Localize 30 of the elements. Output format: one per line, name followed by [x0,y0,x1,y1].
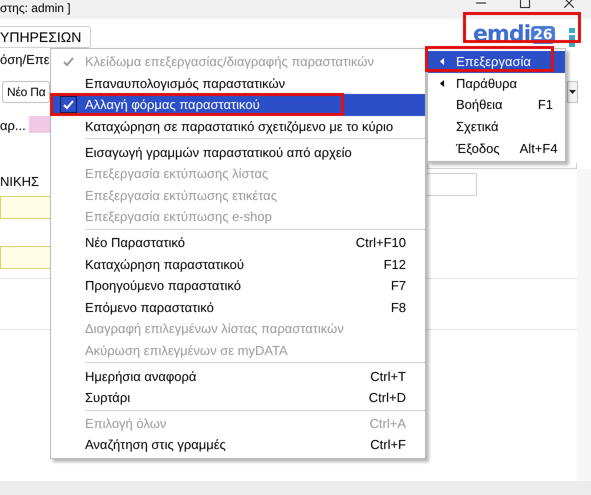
menu-item[interactable]: Ημερήσια αναφορά Ctrl+T [51,365,425,387]
menu-item[interactable]: Νέο Παραστατικό Ctrl+F10 [51,232,425,254]
menu-item[interactable]: Σχετικά [428,116,565,138]
menu-item[interactable]: Εισαγωγή γραμμών παραστατικού από αρχείο [51,141,425,163]
menu-item[interactable]: Επαναυπολογισμός παραστατικών [51,72,425,94]
shortcut-label: Ctrl+D [368,390,406,406]
menu-item[interactable]: Βοήθεια F1 [428,94,565,116]
menu-item[interactable]: Καταχώρηση σε παραστατικό σχετιζόμενο με το κύριο [51,116,425,138]
shortcut-label: F8 [390,300,406,315]
shortcut-label: F1 [538,97,553,112]
menu-item[interactable]: Συρτάρι Ctrl+D [51,386,425,408]
shortcut-label: F7 [390,278,406,294]
menu-item[interactable]: Καταχώρηση παραστατικού F12 [51,253,425,275]
menu-item[interactable]: Επόμενο παραστατικό F8 [51,296,425,318]
shortcut-label: F12 [384,256,406,272]
menu-item[interactable]: Παράθυρα [428,72,565,94]
shortcut-label: Ctrl+F10 [356,235,406,250]
tab-label[interactable]: όση/Επε [0,52,50,67]
dropdown-field[interactable]: Νέο Πα [2,81,50,103]
shortcut-label: Ctrl+F [370,437,406,452]
menu-item[interactable]: Αναζήτηση στις γραμμές Ctrl+F [51,434,425,456]
field-label: αρ... [0,118,26,133]
window-title: στης: admin ] [0,1,71,16]
shortcut-label: Ctrl+A [370,416,406,431]
shortcut-label: Ctrl+T [370,368,406,384]
section-label: ΝΙΚΗΣ [0,174,40,189]
services-button[interactable]: ΥΠΗΡΕΣΙΩΝ [0,26,92,48]
menu-item[interactable]: Έξοδος Alt+F4 [428,137,565,159]
shortcut-label: Alt+F4 [520,140,558,156]
menu-item[interactable]: Προηγούμενο παραστατικό F7 [51,274,425,297]
